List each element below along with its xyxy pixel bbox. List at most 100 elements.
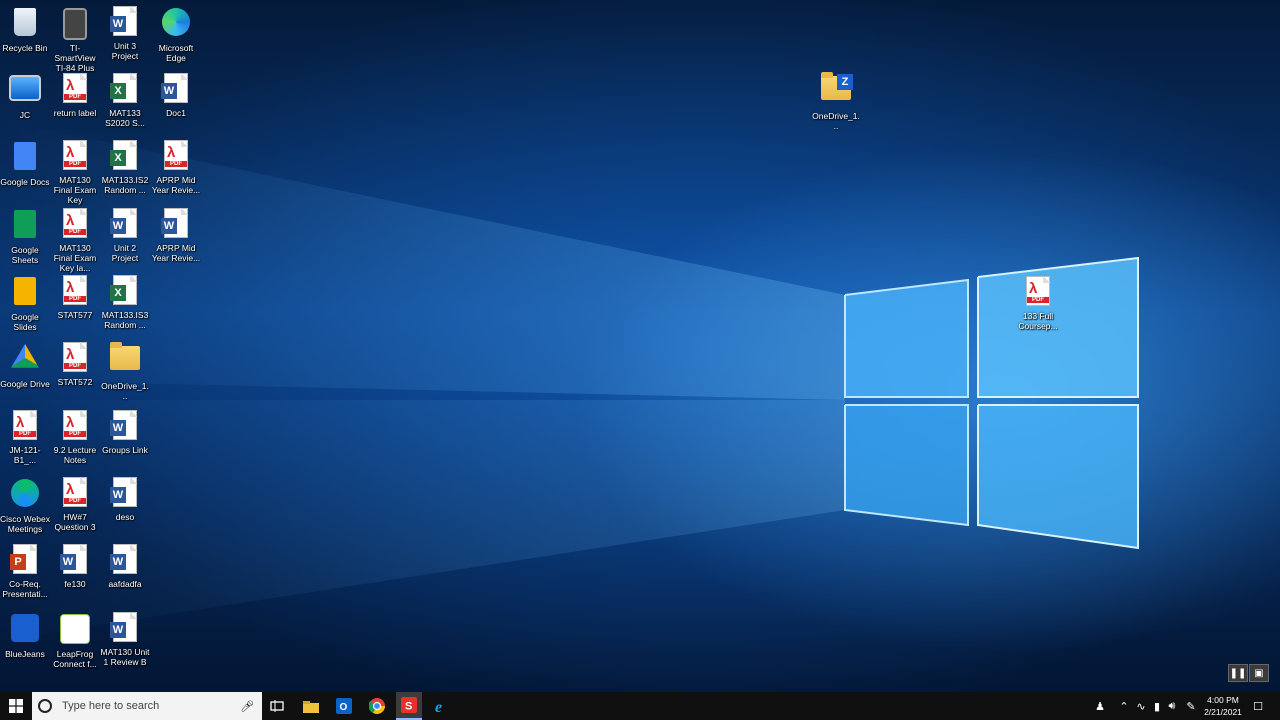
desktop-icon[interactable]: W Groups Link (100, 410, 150, 455)
taskbar-clock[interactable]: 4:00 PM 2/21/2021 (1196, 694, 1250, 718)
notification-icon[interactable]: ☐ (1250, 692, 1266, 720)
desktop-icon[interactable]: X MAT133.IS3 Random ... (100, 275, 150, 330)
desktop-icon[interactable]: BlueJeans (0, 612, 50, 659)
desktop-icon[interactable]: W Unit 3 Project (100, 6, 150, 61)
pdf-icon: λ PDF (59, 73, 91, 105)
desktop-icon-label: STAT577 (57, 310, 93, 320)
computer-icon (9, 75, 41, 107)
desktop-icon[interactable]: λ PDF 133 Full Coursep... (1013, 276, 1063, 331)
desktop-icon-label: Google Drive (0, 379, 50, 389)
word-doc-icon: W (109, 410, 141, 442)
desktop-icon-label: Unit 3 Project (111, 41, 139, 61)
people-icon[interactable]: ♟ (1092, 692, 1108, 720)
desktop-icon[interactable]: λ PDF return label (50, 73, 100, 118)
desktop-icon-label: JC (19, 110, 31, 120)
powerpoint-icon: P (9, 544, 41, 576)
desktop-icon[interactable]: λ PDF STAT572 (50, 342, 100, 387)
desktop-icon[interactable]: X MAT133.IS2 Random ... (100, 140, 150, 195)
taskbar-search-box[interactable]: 🎤︎ (32, 692, 262, 720)
microphone-icon[interactable]: 🎤︎ (240, 700, 254, 713)
desktop-icon[interactable]: X MAT133 S2020 S... (100, 73, 150, 128)
desktop-icon-label: HW#7 Question 3 (54, 512, 96, 532)
google-drive-icon (9, 344, 41, 376)
desktop-icon[interactable]: Z OneDrive_1... (811, 72, 861, 131)
word-doc-icon: W (109, 612, 141, 644)
desktop-icon[interactable]: OneDrive_1... (100, 342, 150, 401)
bluejeans-icon (9, 614, 41, 646)
desktop-icon[interactable]: λ PDF APRP Mid Year Revie... (151, 140, 201, 195)
desktop-icon[interactable]: W Doc1 (151, 73, 201, 118)
internet-explorer-icon[interactable]: e (429, 692, 455, 720)
desktop-icon-label: TI-SmartView TI-84 Plus (54, 43, 96, 73)
battery-icon[interactable]: ▮ (1150, 692, 1164, 720)
network-icon[interactable]: ∿ (1134, 692, 1148, 720)
desktop-icon[interactable]: Wdeso (100, 477, 150, 522)
desktop-icon[interactable]: Waafdadfa (100, 544, 150, 589)
desktop-icon-label: 133 Full Coursep... (1018, 311, 1058, 331)
svg-text:O: O (340, 702, 348, 713)
word-doc-icon: W (109, 208, 141, 240)
snagit-icon[interactable]: S (396, 692, 422, 720)
word-doc-icon: W (160, 73, 192, 105)
desktop-icon[interactable]: Wfe130 (50, 544, 100, 589)
desktop-icon-label: Doc1 (166, 108, 186, 118)
edge-icon (160, 8, 192, 40)
desktop-icon[interactable]: Google Sheets (0, 208, 50, 265)
desktop-icon-label: BlueJeans (5, 649, 45, 659)
desktop-icon[interactable]: Microsoft Edge (151, 6, 201, 63)
desktop-icon[interactable]: TI-SmartView TI-84 Plus (50, 6, 100, 73)
desktop-icon-label: Cisco Webex Meetings (0, 514, 50, 534)
svg-text:e: e (435, 699, 442, 714)
desktop-icon[interactable]: Google Docs (0, 140, 50, 187)
leapfrog-icon (59, 614, 91, 646)
start-button[interactable] (0, 692, 32, 720)
desktop-icon[interactable]: λ PDF JM-121-B1_... (0, 410, 50, 465)
task-view-icon[interactable] (264, 692, 290, 720)
clock-time: 4:00 PM (1207, 695, 1239, 705)
desktop-icon[interactable]: λ PDF MAT130 Final Exam Key (50, 140, 100, 205)
calculator-icon (59, 8, 91, 40)
screen-icon[interactable]: ▣ (1249, 664, 1269, 682)
desktop-icon-label: Unit 2 Project (111, 243, 139, 263)
folder-icon (109, 342, 141, 378)
desktop-icon[interactable]: W APRP Mid Year Revie... (151, 208, 201, 263)
search-input[interactable] (60, 699, 234, 713)
outlook-icon[interactable]: O (331, 692, 357, 720)
desktop-icon[interactable]: W MAT130 Unit 1 Review B (100, 612, 150, 667)
excel-icon: X (109, 73, 141, 105)
volume-icon[interactable]: 🔊︎ (1165, 692, 1179, 720)
desktop-icon-label: MAT130 Final Exam Key la... (53, 243, 97, 273)
desktop-icon-label: fe130 (64, 579, 86, 589)
desktop-icon[interactable]: λ PDF HW#7 Question 3 (50, 477, 100, 532)
desktop-icon-label: deso (115, 512, 135, 522)
desktop-icon[interactable]: Cisco Webex Meetings (0, 477, 50, 534)
desktop-icon-label: OneDrive_1... (812, 111, 860, 131)
chrome-icon[interactable] (364, 692, 390, 720)
desktop-icon-label: Recycle Bin (2, 43, 48, 53)
google-docs-icon (9, 142, 41, 174)
desktop-icon-label: MAT133.IS3 Random ... (101, 310, 149, 330)
desktop-icon-label: Google Docs (0, 177, 50, 187)
desktop-icon[interactable]: P Co-Req. Presentati... (0, 544, 50, 599)
pdf-icon: λ PDF (59, 477, 91, 509)
excel-icon: X (109, 275, 141, 307)
file-explorer-icon[interactable] (298, 692, 324, 720)
desktop-icon-label: Google Sheets (11, 245, 39, 265)
desktop-icon[interactable]: λ PDF STAT577 (50, 275, 100, 320)
desktop-icon[interactable]: JC (0, 73, 50, 120)
pdf-icon: λ PDF (59, 410, 91, 442)
pdf-icon: λ PDF (59, 275, 91, 307)
desktop-icon[interactable]: λ PDF MAT130 Final Exam Key la... (50, 208, 100, 273)
desktop-icon-label: APRP Mid Year Revie... (151, 175, 201, 195)
desktop-icon-label: MAT130 Final Exam Key (53, 175, 97, 205)
pdf-icon: λ PDF (59, 208, 91, 240)
desktop-icon[interactable]: LeapFrog Connect f... (50, 612, 100, 669)
pause-icon[interactable]: ❚❚ (1228, 664, 1248, 682)
desktop-icon-label: JM-121-B1_... (9, 445, 41, 465)
desktop-icon[interactable]: λ PDF 9.2 Lecture Notes (50, 410, 100, 465)
desktop-icon[interactable]: Google Slides (0, 275, 50, 332)
desktop-icon[interactable]: W Unit 2 Project (100, 208, 150, 263)
desktop-icon[interactable]: Recycle Bin (0, 6, 50, 53)
desktop-icon[interactable]: Google Drive (0, 342, 50, 389)
chevron-up-icon[interactable]: ⌃ (1117, 692, 1131, 720)
